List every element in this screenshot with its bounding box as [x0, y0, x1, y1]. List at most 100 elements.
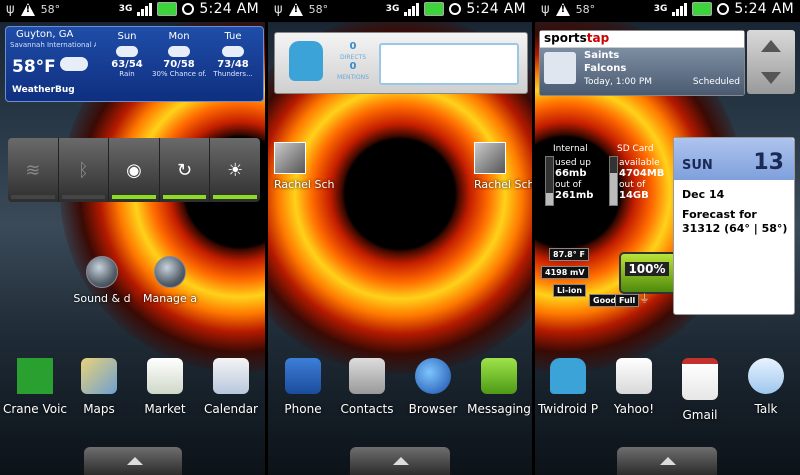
brightness-toggle[interactable]: ☀ [210, 138, 260, 202]
chevron-up-icon [127, 457, 143, 465]
sportstap-widget[interactable]: sportstap Saints Falcons Today, 1:00 PM … [539, 30, 745, 96]
battery-state: Full [615, 294, 640, 307]
sd-avail-label: available [619, 158, 660, 168]
directs-label: DIRECTS [339, 54, 366, 61]
forecast-day-name: Mon [168, 31, 190, 42]
weatherbug-widget[interactable]: Guyton, GA Savannah International Ai... … [5, 26, 264, 102]
forecast-condition: 30% Chance of... [152, 70, 206, 78]
app-crane-voice[interactable]: Crane Voic [0, 358, 70, 416]
app-yahoo[interactable]: Yahoo! [599, 358, 669, 416]
sd-title: SD Card [617, 144, 654, 154]
forecast-hilo: 70/58 [163, 59, 195, 70]
tweet-input[interactable] [379, 43, 519, 85]
app-label: Maps [83, 402, 115, 416]
app-market[interactable]: Market [130, 358, 200, 416]
app-browser[interactable]: Browser [398, 358, 468, 416]
alarm-clock-icon [717, 3, 730, 15]
rain-cloud-icon [116, 46, 138, 57]
twidroid-widget[interactable]: 0 DIRECTS 0 MENTIONS [274, 32, 528, 94]
sd-total: 14GB [619, 190, 649, 201]
network-type: 3G [118, 3, 133, 14]
app-drawer-tray[interactable] [350, 447, 450, 475]
mentions-label: MENTIONS [337, 74, 369, 81]
sportstap-logo: sportstap [540, 31, 744, 48]
app-gmail[interactable]: Gmail [665, 358, 735, 422]
status-bar[interactable]: ψ 58° 3G 5:24 AM [268, 0, 532, 22]
game-status: Scheduled [692, 77, 740, 87]
forecast-day: Sun 63/54 Rain [100, 31, 154, 78]
forecast-hilo: 63/54 [111, 59, 143, 70]
battery-temp: 87.8° F [549, 248, 589, 261]
messaging-bubble-icon [481, 358, 517, 394]
thunderstorm-cloud-icon [222, 46, 244, 57]
sd-card-bar [609, 156, 618, 206]
alarm-clock-icon [182, 3, 195, 15]
team-1: Saints [584, 50, 620, 61]
internal-of-label: out of [555, 180, 582, 190]
app-label: Talk [754, 402, 778, 416]
contact-shortcut[interactable]: Rachel Sch [274, 142, 344, 191]
warning-icon [555, 3, 570, 16]
forecast-line-2: 31312 (64° | 58°) [682, 222, 788, 235]
sd-of-label: out of [619, 180, 646, 190]
app-row: Crane Voic Maps Market Calendar [0, 358, 265, 428]
shortcut-manage-apps[interactable]: Manage a [140, 256, 200, 305]
contacts-icon [349, 358, 385, 394]
alarm-clock-icon [449, 3, 462, 15]
app-phone[interactable]: Phone [268, 358, 338, 416]
calendar-icon [213, 358, 249, 394]
contact-photo [274, 142, 306, 174]
bluetooth-toggle[interactable]: ᛒ [59, 138, 110, 202]
maps-icon [81, 358, 117, 394]
signal-icon [404, 2, 420, 16]
app-talk[interactable]: Talk [731, 358, 800, 416]
forecast-line-1: Forecast for [682, 208, 757, 221]
yahoo-mail-icon [616, 358, 652, 394]
shortcut-label: Manage a [143, 292, 197, 305]
sync-toggle[interactable]: ↻ [160, 138, 211, 202]
globe-icon [415, 358, 451, 394]
forecast-condition: Thunders... [213, 70, 253, 78]
battery-chemistry: Li-ion [553, 284, 587, 297]
internal-used-label: used up [555, 158, 591, 168]
talk-bubble-icon [748, 358, 784, 394]
battery-voltage: 4198 mV [541, 266, 589, 279]
internal-memory-bar [545, 156, 554, 206]
wifi-toggle[interactable]: ≋ [8, 138, 59, 202]
chevron-down-icon[interactable] [761, 72, 781, 84]
chevron-up-icon [660, 457, 676, 465]
forecast-day: Tue 73/48 Thunders... [206, 31, 260, 78]
app-calendar[interactable]: Calendar [196, 358, 265, 416]
directs-count: 0 [349, 41, 357, 52]
usb-icon: ψ [274, 2, 283, 17]
gps-toggle[interactable]: ◉ [109, 138, 160, 202]
app-contacts[interactable]: Contacts [332, 358, 402, 416]
app-label: Gmail [682, 408, 718, 422]
app-label: Twidroid P [537, 402, 599, 416]
brightness-icon: ☀ [227, 159, 244, 181]
settings-shortcut-icon [154, 256, 186, 288]
app-row: Phone Contacts Browser Messaging [268, 358, 532, 428]
app-maps[interactable]: Maps [64, 358, 134, 416]
internal-total: 261mb [555, 190, 594, 201]
forecast-hilo: 73/48 [217, 59, 249, 70]
shortcut-sound[interactable]: Sound & d [72, 256, 132, 305]
status-bar[interactable]: ψ 58° 3G 5:24 AM [0, 0, 265, 22]
signal-icon [672, 2, 688, 16]
app-twidroid[interactable]: Twidroid P [535, 358, 603, 416]
app-drawer-tray[interactable] [84, 447, 182, 475]
app-drawer-tray[interactable] [617, 447, 717, 475]
app-label: Market [144, 402, 186, 416]
contact-shortcut[interactable]: Rachel Sch [474, 142, 532, 191]
app-label: Crane Voic [2, 402, 68, 416]
chevron-up-icon[interactable] [761, 40, 781, 52]
weatherbug-logo: WeatherBug [12, 85, 75, 95]
status-bar[interactable]: ψ 58° 3G 5:24 AM [535, 0, 800, 22]
sync-icon: ↻ [177, 159, 193, 181]
app-messaging[interactable]: Messaging [464, 358, 532, 416]
app-label: Messaging [467, 402, 531, 416]
battery-percent: 100% [625, 262, 669, 276]
shortcut-label: Sound & d [73, 292, 131, 305]
calendar-forecast-widget[interactable]: SUN 13 Dec 14 Forecast for 31312 (64° | … [673, 137, 795, 315]
market-bag-icon [147, 358, 183, 394]
